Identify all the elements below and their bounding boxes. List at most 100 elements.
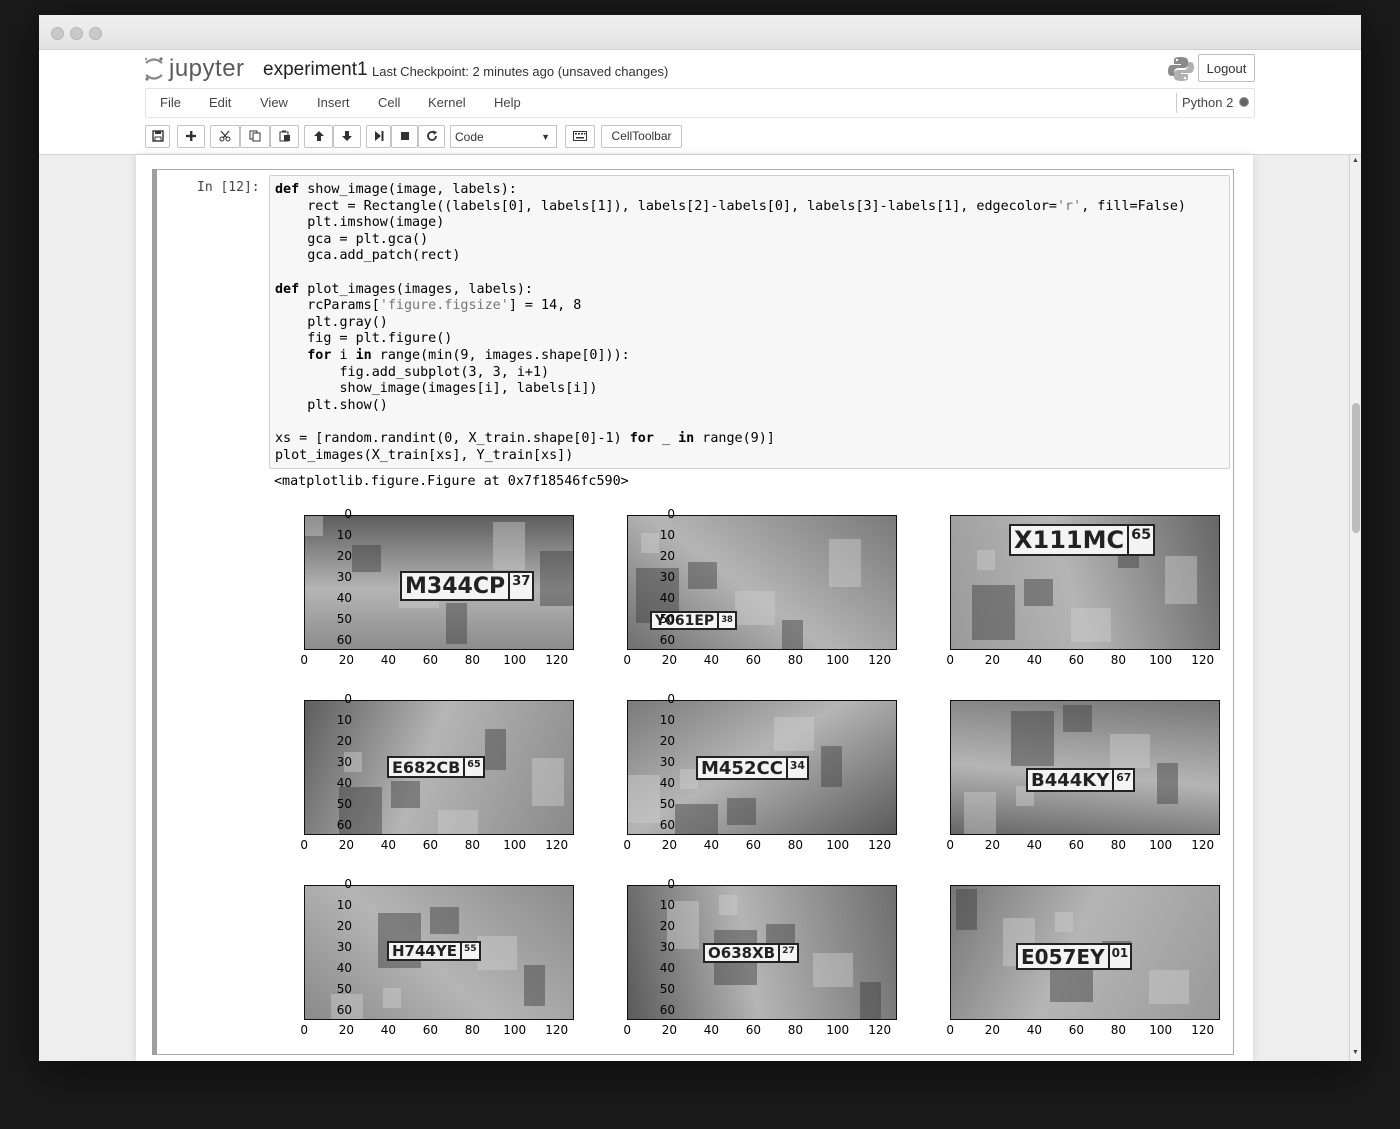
license-plate: M344CP 37 [400,571,535,601]
image-texture [1011,711,1054,766]
image-texture [1165,556,1197,604]
copy-icon [249,130,261,142]
y-tick-label: 40 [659,776,675,790]
plate-number: E682CB [392,757,461,777]
license-plate-image: X111MC 65 [950,515,1220,650]
jupyter-logo-text[interactable]: jupyter [169,55,245,83]
y-tick-label: 50 [336,797,352,811]
scissors-icon [219,130,231,142]
minimize-window-button[interactable] [70,27,83,40]
menu-file[interactable]: File [160,95,181,110]
plate-region: 38 [717,612,735,629]
x-tick-label: 40 [1026,653,1043,667]
image-texture [719,895,737,915]
image-texture [532,758,564,806]
x-tick-label: 20 [338,1023,355,1037]
scroll-up-icon[interactable]: ▲ [1352,157,1359,164]
x-tick-label: 0 [946,838,955,852]
image-texture [477,936,517,970]
y-tick-label: 10 [336,713,352,727]
menu-help[interactable]: Help [494,95,521,110]
plate-region: 65 [1127,525,1153,555]
code-line: plt.show() [275,397,388,413]
image-texture [446,603,467,644]
x-tick-label: 120 [1191,653,1215,667]
cut-button[interactable] [210,125,240,148]
image-texture [1110,734,1150,768]
interrupt-kernel-button[interactable] [391,125,418,148]
image-texture [305,516,323,536]
y-tick-label: 20 [336,919,352,933]
x-tick-label: 80 [1110,838,1127,852]
x-tick-label: 120 [868,838,892,852]
x-tick-label: 20 [984,653,1001,667]
y-tick-label: 20 [659,919,675,933]
scroll-down-icon[interactable]: ▼ [1352,1049,1359,1056]
celltoolbar-button[interactable]: CellToolbar [601,125,682,148]
x-tick-label: 20 [661,838,678,852]
code-cell[interactable]: In [12]: def show_image(image, labels): … [152,169,1234,1055]
menu-cell[interactable]: Cell [378,95,400,110]
x-tick-label: 120 [1191,1023,1215,1037]
image-texture [956,889,977,930]
x-tick-label: 60 [1068,838,1085,852]
image-texture [782,620,803,649]
code-line: gca.add_patch(rect) [275,248,461,264]
restart-kernel-button[interactable] [418,125,445,148]
y-tick-label: 40 [336,776,352,790]
menu-view[interactable]: View [260,95,288,110]
menu-kernel[interactable]: Kernel [428,95,466,110]
save-button[interactable] [145,125,170,148]
y-tick-label: 0 [667,692,675,706]
close-window-button[interactable] [51,27,64,40]
plate-number: M344CP [405,573,506,599]
logout-button[interactable]: Logout [1198,54,1255,82]
x-tick-label: 20 [984,838,1001,852]
refresh-icon [426,130,437,141]
x-tick-label: 0 [300,1023,309,1037]
paste-button[interactable] [270,125,299,148]
y-tick-label: 0 [344,507,352,521]
x-tick-label: 120 [545,653,569,667]
step-forward-icon [374,130,383,141]
image-texture [735,591,775,625]
code-line: def show_image(image, labels): [275,182,517,197]
scrollbar-thumb[interactable] [1352,403,1360,533]
cell-type-select[interactable]: Code ▼ [450,125,557,148]
x-tick-label: 120 [545,838,569,852]
menu-insert[interactable]: Insert [317,95,350,110]
license-plate-image: B444KY 67 [950,700,1220,835]
zoom-window-button[interactable] [89,27,102,40]
plate-region: 67 [1112,769,1133,791]
move-down-button[interactable] [333,125,361,148]
notebook-name[interactable]: experiment1 [263,59,368,81]
image-texture [391,781,420,808]
code-text[interactable]: def show_image(image, labels): rect = Re… [275,182,1186,464]
y-tick-label: 50 [659,982,675,996]
x-tick-label: 20 [661,653,678,667]
vertical-scrollbar[interactable]: ▲ ▼ [1349,155,1361,1061]
copy-button[interactable] [240,125,270,148]
kernel-status-icon [1239,97,1249,107]
x-tick-label: 0 [300,838,309,852]
insert-cell-button[interactable] [177,125,205,148]
command-palette-button[interactable] [565,125,595,148]
x-tick-label: 40 [380,653,397,667]
code-editor[interactable]: def show_image(image, labels): rect = Re… [269,175,1230,469]
y-tick-label: 50 [336,982,352,996]
menu-edit[interactable]: Edit [209,95,231,110]
x-tick-label: 100 [826,838,850,852]
jupyter-logo-icon[interactable] [143,56,165,82]
run-cell-button[interactable] [366,125,391,148]
code-line: rcParams['figure.figsize'] = 14, 8 [275,298,582,314]
license-plate: M452CC 34 [696,756,809,780]
image-texture [727,798,756,825]
chevron-down-icon: ▼ [541,132,550,142]
license-plate: E057EY 01 [1016,943,1133,970]
x-tick-label: 100 [503,838,527,852]
y-tick-label: 40 [659,961,675,975]
x-tick-label: 20 [661,1023,678,1037]
move-up-button[interactable] [304,125,333,148]
y-tick-label: 40 [336,591,352,605]
y-tick-label: 20 [659,734,675,748]
